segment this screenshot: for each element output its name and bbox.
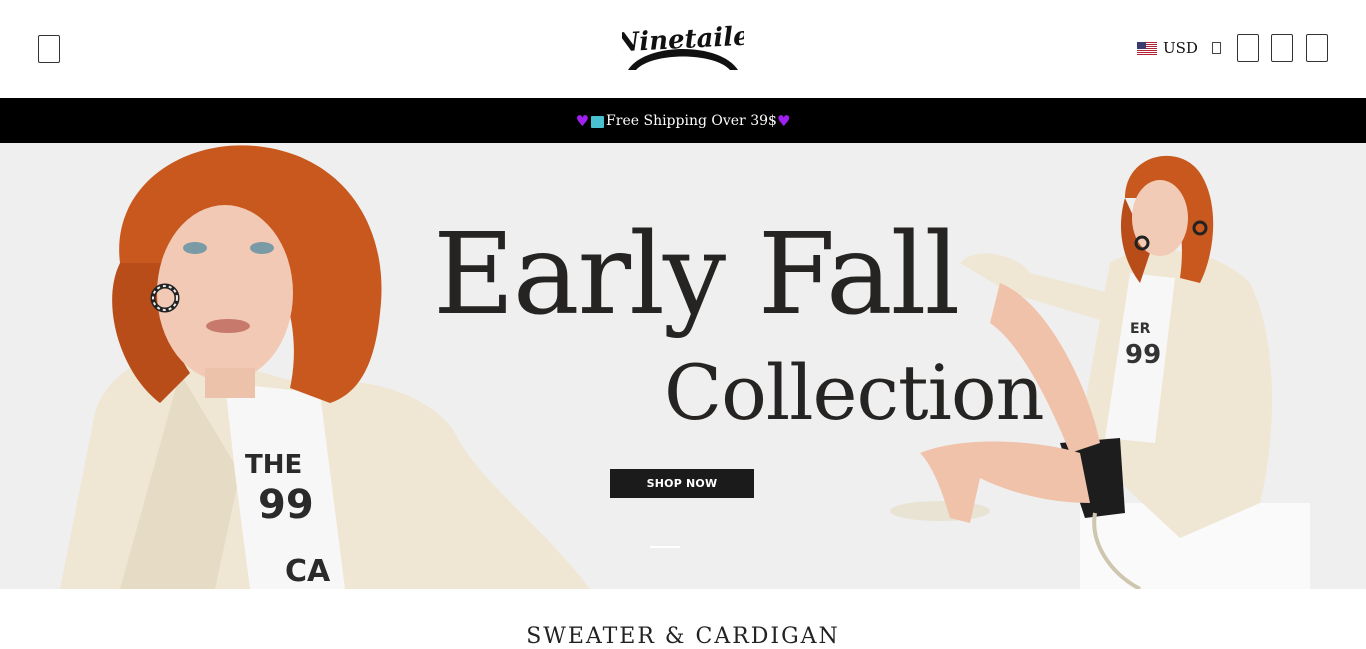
account-icon[interactable] xyxy=(1271,34,1293,62)
announcement-text: Free Shipping Over 39$ xyxy=(606,112,777,129)
svg-text:THE: THE xyxy=(245,450,302,480)
logo-text: Ninetaile xyxy=(622,22,744,59)
chevron-down-icon xyxy=(1211,42,1221,54)
currency-selector[interactable]: USD xyxy=(1137,38,1221,58)
us-flag-icon xyxy=(1137,41,1157,55)
search-icon[interactable] xyxy=(1237,34,1259,62)
menu-icon[interactable] xyxy=(38,35,60,63)
gift-icon xyxy=(591,115,605,128)
svg-text:99: 99 xyxy=(258,482,314,528)
hero-banner[interactable]: THE 99 CA ER 99 Early Fall Collection SH… xyxy=(0,143,1366,589)
section-title: SWEATER & CARDIGAN xyxy=(526,624,840,649)
slide-indicator[interactable] xyxy=(650,546,680,548)
svg-text:CA: CA xyxy=(285,554,331,589)
heart-icon: ♥ xyxy=(776,111,791,130)
svg-text:99: 99 xyxy=(1125,340,1161,370)
currency-label: USD xyxy=(1163,39,1198,57)
shop-now-button[interactable]: SHOP NOW xyxy=(610,469,754,498)
svg-text:ER: ER xyxy=(1130,321,1151,337)
hero-title: Early Fall xyxy=(433,210,960,340)
cart-icon[interactable] xyxy=(1306,34,1328,62)
hero-subtitle: Collection xyxy=(664,348,1045,437)
site-logo[interactable]: Ninetaile xyxy=(622,20,744,76)
heart-icon: ♥ xyxy=(575,111,590,130)
announcement-bar: ♥ Free Shipping Over 39$ ♥ xyxy=(0,98,1366,143)
site-header: Ninetaile USD xyxy=(0,0,1366,98)
